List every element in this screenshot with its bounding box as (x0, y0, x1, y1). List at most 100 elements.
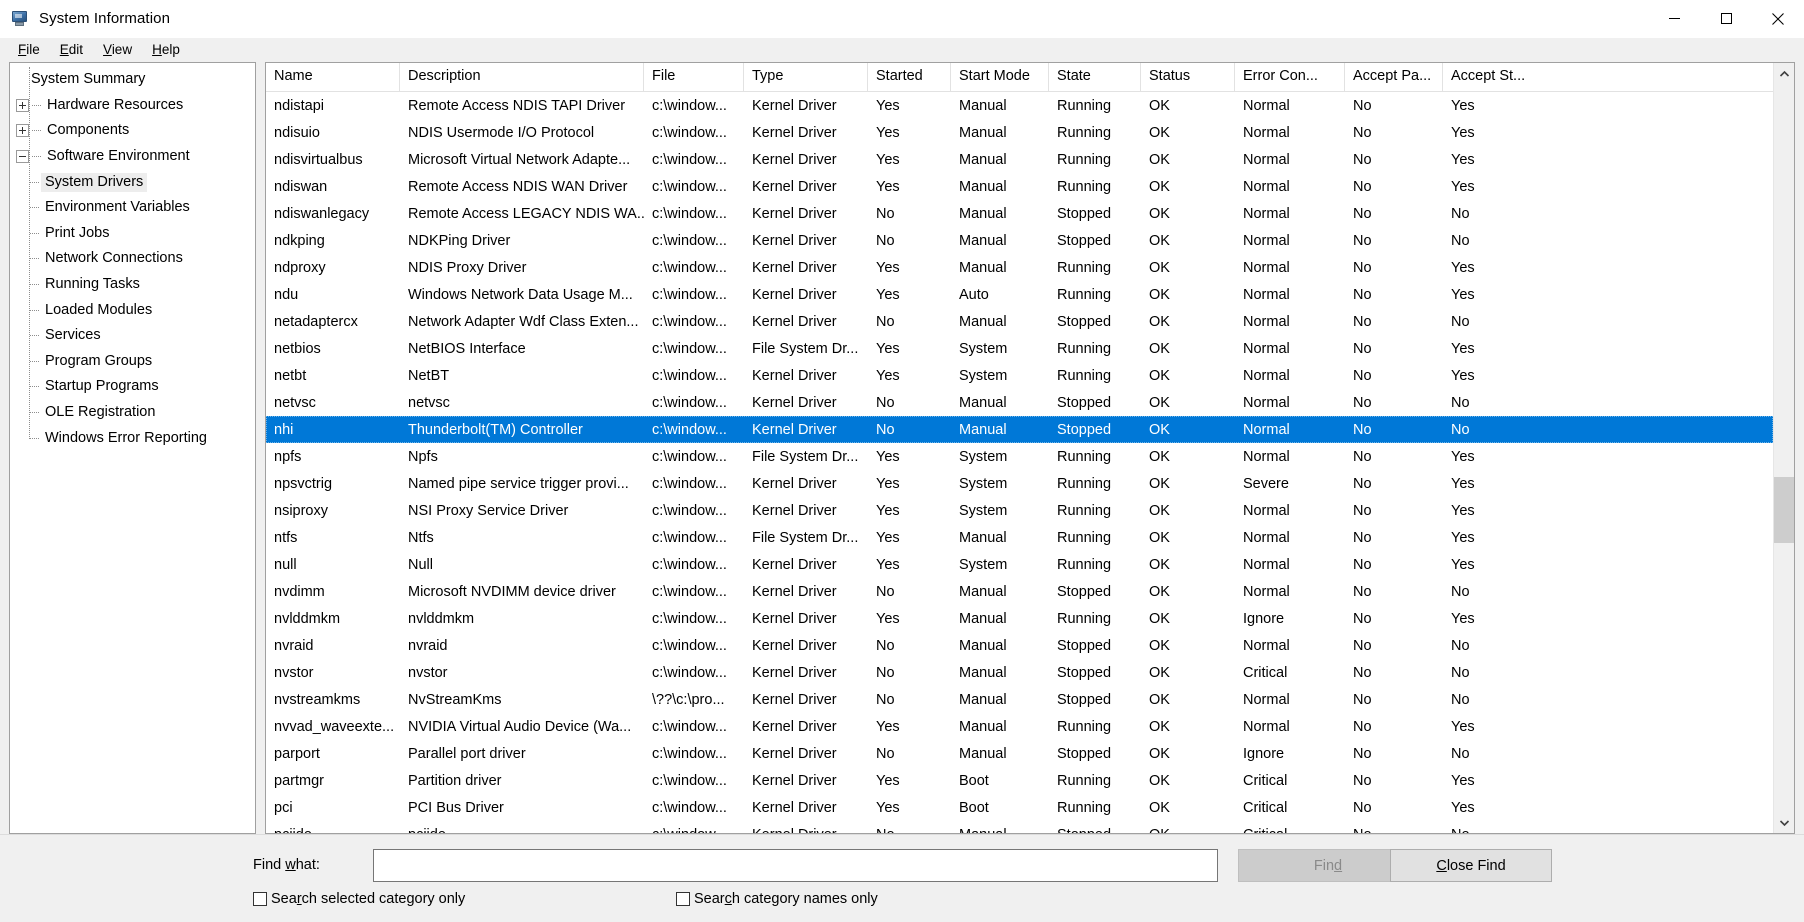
tree-item-running-tasks[interactable]: Running Tasks (10, 272, 255, 298)
maximize-icon[interactable] (1700, 0, 1752, 38)
system-information-icon (12, 10, 30, 27)
table-row[interactable]: netvsc netvsc c:\window... Kernel Driver No M… (266, 389, 1773, 416)
table-row[interactable]: netadaptercx Network Adapter Wdf Class Ex… (266, 308, 1773, 335)
tree-item-components[interactable]: Components (10, 118, 255, 144)
table-row[interactable]: nvraid nvraid c:\window... Kernel Driver No M… (266, 632, 1773, 659)
cell-type: Kernel Driver (752, 124, 837, 141)
cell-state: Running (1057, 259, 1112, 276)
minimize-icon[interactable] (1648, 0, 1700, 38)
find-bar: Find what: Find Close Find Search select… (0, 834, 1804, 922)
scrollbar-track[interactable] (1774, 84, 1794, 812)
cell-description: PCI Bus Driver (408, 799, 504, 816)
column-header-description[interactable]: Description (400, 63, 644, 91)
table-row[interactable]: ndistapi Remote Access NDIS TAPI Driver c:… (266, 92, 1773, 119)
search-selected-category-row[interactable]: Search selected category only (253, 891, 465, 907)
search-selected-category-checkbox[interactable] (253, 892, 267, 906)
table-row[interactable]: pciidepciidec:\window...Kernel DriverNoM… (266, 821, 1773, 834)
tree-item-network-connections[interactable]: Network Connections (10, 246, 255, 272)
column-header-row[interactable]: Name Description File Type Started Start Mode… (266, 63, 1773, 92)
cell-start-mode: Manual (959, 745, 1007, 762)
column-header-error-con[interactable]: Error Con... (1235, 63, 1345, 91)
column-header-state[interactable]: State (1049, 63, 1141, 91)
cell-state: Stopped (1057, 637, 1112, 654)
category-tree[interactable]: System Summary Hardware Resources Componen… (9, 62, 256, 834)
column-header-accept-pa[interactable]: Accept Pa... (1345, 63, 1443, 91)
table-row[interactable]: nvvad_waveexte... NVIDIA Virtual Audio De… (266, 713, 1773, 740)
tree-item-system-summary[interactable]: System Summary (10, 67, 255, 93)
tree-item-program-groups[interactable]: Program Groups (10, 349, 255, 375)
column-header-file[interactable]: File (644, 63, 744, 91)
column-header-type[interactable]: Type (744, 63, 868, 91)
tree-item-ole-registration[interactable]: OLE Registration (10, 400, 255, 426)
tree-item-print-jobs[interactable]: Print Jobs (10, 221, 255, 247)
table-row[interactable]: nvdimm Microsoft NVDIMM device driver c:\w… (266, 578, 1773, 605)
search-category-names-checkbox[interactable] (676, 892, 690, 906)
table-row[interactable]: partmgr Partition driver c:\window... Kerne… (266, 767, 1773, 794)
menu-view[interactable]: View (93, 40, 142, 60)
tree-item-windows-error-reporting[interactable]: Windows Error Reporting (10, 425, 255, 451)
table-row[interactable]: netbios NetBIOS Interface c:\window... File… (266, 335, 1773, 362)
cell-accept-pa: No (1353, 286, 1372, 303)
table-row[interactable]: nvlddmkm nvlddmkm c:\window... Kernel Drive… (266, 605, 1773, 632)
expand-icon[interactable] (16, 124, 29, 138)
column-header-start-mode[interactable]: Start Mode (951, 63, 1049, 91)
table-row[interactable]: npfs Npfs c:\window... File System Dr... Yes… (266, 443, 1773, 470)
column-header-status[interactable]: Status (1141, 63, 1235, 91)
close-find-button[interactable]: Close Find (1390, 849, 1552, 882)
cell-state: Stopped (1057, 394, 1112, 411)
drivers-list-view[interactable]: Name Description File Type Started Start Mode… (265, 62, 1795, 834)
cell-type: File System Dr... (752, 340, 859, 357)
menu-file[interactable]: File (8, 40, 50, 60)
cell-file: c:\window... (652, 502, 727, 519)
column-header-name[interactable]: Name (266, 63, 400, 91)
table-row[interactable]: nhi Thunderbolt(TM) Controller c:\window..… (266, 416, 1773, 443)
table-row[interactable]: ndisuio NDIS Usermode I/O Protocol c:\wind… (266, 119, 1773, 146)
menu-help[interactable]: Help (142, 40, 190, 60)
table-row[interactable]: nvstreamkms NvStreamKms \??\c:\pro... Kerne… (266, 686, 1773, 713)
collapse-icon[interactable] (16, 150, 29, 164)
table-row[interactable]: npsvctrig Named pipe service trigger prov… (266, 470, 1773, 497)
table-row[interactable]: netbt NetBT c:\window... Kernel Driver Yes Sy… (266, 362, 1773, 389)
table-row[interactable]: ndiswan Remote Access NDIS WAN Driver c:\w… (266, 173, 1773, 200)
table-row[interactable]: ndisvirtualbus Microsoft Virtual Network … (266, 146, 1773, 173)
chevron-down-icon[interactable] (1774, 812, 1794, 833)
tree-item-loaded-modules[interactable]: Loaded Modules (10, 297, 255, 323)
table-row[interactable]: ndproxy NDIS Proxy Driver c:\window... Kern… (266, 254, 1773, 281)
cell-status: OK (1149, 637, 1170, 654)
table-row[interactable]: nvstor nvstor c:\window... Kernel Driver No M… (266, 659, 1773, 686)
expand-icon[interactable] (16, 98, 29, 112)
cell-accept-st: Yes (1451, 259, 1475, 276)
table-row[interactable]: ndkping NDKPing Driver c:\window... Kernel … (266, 227, 1773, 254)
cell-accept-pa: No (1353, 772, 1372, 789)
tree-item-system-drivers[interactable]: System Drivers (10, 169, 255, 195)
tree-connector (30, 258, 39, 260)
tree-item-environment-variables[interactable]: Environment Variables (10, 195, 255, 221)
cell-started: No (876, 232, 895, 249)
column-header-accept-st[interactable]: Accept St... (1443, 63, 1773, 91)
cell-status: OK (1149, 502, 1170, 519)
tree-connector (30, 437, 39, 439)
table-row[interactable]: null Null c:\window... Kernel Driver Yes Syst… (266, 551, 1773, 578)
table-row[interactable]: parport Parallel port driver c:\window... K… (266, 740, 1773, 767)
chevron-up-icon[interactable] (1774, 63, 1794, 84)
find-input[interactable] (373, 849, 1218, 882)
table-row[interactable]: nsiproxy NSI Proxy Service Driver c:\windo… (266, 497, 1773, 524)
table-row[interactable]: ndu Windows Network Data Usage M... c:\win… (266, 281, 1773, 308)
cell-file: c:\window... (652, 151, 727, 168)
table-row[interactable]: pci PCI Bus Driver c:\window... Kernel Driv… (266, 794, 1773, 821)
column-header-started[interactable]: Started (868, 63, 951, 91)
table-row[interactable]: ntfs Ntfs c:\window... File System Dr... Yes… (266, 524, 1773, 551)
scrollbar-thumb[interactable] (1774, 477, 1794, 543)
tree-item-software-environment[interactable]: Software Environment (10, 144, 255, 170)
tree-item-hardware-resources[interactable]: Hardware Resources (10, 93, 255, 119)
tree-item-services[interactable]: Services (10, 323, 255, 349)
close-icon[interactable] (1752, 0, 1804, 38)
menu-edit[interactable]: Edit (50, 40, 93, 60)
cell-start-mode: Manual (959, 97, 1007, 114)
cell-file: c:\window... (652, 637, 727, 654)
tree-item-startup-programs[interactable]: Startup Programs (10, 374, 255, 400)
table-row[interactable]: ndiswanlegacy Remote Access LEGACY NDIS W… (266, 200, 1773, 227)
cell-started: Yes (876, 772, 900, 789)
vertical-scrollbar[interactable] (1773, 63, 1794, 833)
search-category-names-row[interactable]: Search category names only (676, 891, 878, 907)
